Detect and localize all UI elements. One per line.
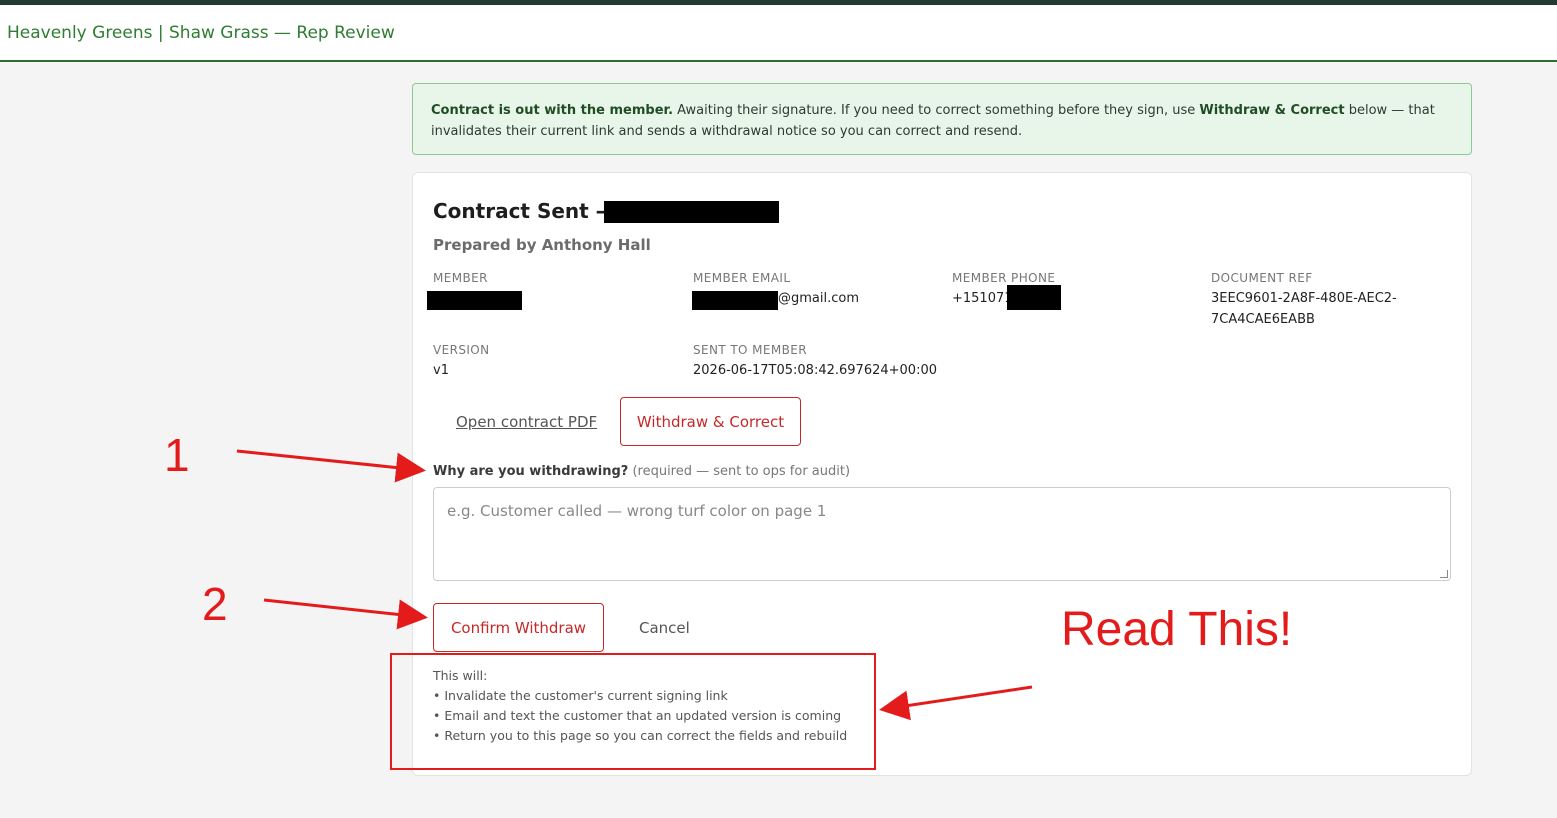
redacted-member	[427, 291, 522, 310]
document-ref-label: DOCUMENT REF	[1211, 271, 1313, 285]
member-email-suffix: @gmail.com	[778, 291, 860, 306]
withdraw-reason-input[interactable]: e.g. Customer called — wrong turf color …	[433, 487, 1451, 581]
app-header: Heavenly Greens | Shaw Grass — Rep Revie…	[0, 5, 1557, 62]
app-title: Heavenly Greens | Shaw Grass — Rep Revie…	[7, 23, 395, 43]
prepared-by: Prepared by Anthony Hall	[433, 236, 651, 254]
redacted-email	[692, 291, 778, 310]
sent-value: 2026-06-17T05:08:42.697624+00:00	[693, 363, 937, 378]
arrow-2-icon	[263, 598, 428, 630]
version-label: VERSION	[433, 343, 490, 357]
annotation-read-this: Read This!	[1061, 603, 1293, 656]
member-phone-prefix: +151071	[952, 291, 1013, 306]
member-email-label: MEMBER EMAIL	[693, 271, 791, 285]
notice-text-1: Awaiting their signature. If you need to…	[673, 103, 1200, 118]
redacted-member-name	[604, 201, 779, 223]
resize-handle-icon[interactable]	[1440, 570, 1448, 578]
status-notice: Contract is out with the member. Awaitin…	[412, 83, 1472, 155]
cancel-button[interactable]: Cancel	[639, 619, 690, 637]
member-phone-label: MEMBER PHONE	[952, 271, 1056, 285]
reason-label-text: Why are you withdrawing?	[433, 464, 629, 479]
open-contract-pdf-link[interactable]: Open contract PDF	[456, 413, 597, 431]
arrow-1-icon	[236, 449, 426, 483]
annotation-step-1: 1	[164, 429, 190, 481]
reason-hint: (required — sent to ops for audit)	[632, 464, 851, 479]
member-label: MEMBER	[433, 271, 488, 285]
document-ref-line2: 7CA4CAE6EABB	[1211, 312, 1315, 327]
withdraw-correct-button[interactable]: Withdraw & Correct	[620, 397, 801, 446]
version-value: v1	[433, 363, 449, 378]
sent-label: SENT TO MEMBER	[693, 343, 807, 357]
notice-lead: Contract is out with the member.	[431, 103, 674, 118]
document-ref-line1: 3EEC9601-2A8F-480E-AEC2-	[1211, 291, 1397, 306]
reason-placeholder: e.g. Customer called — wrong turf color …	[447, 502, 827, 520]
withdraw-reason-label: Why are you withdrawing? (required — sen…	[433, 464, 850, 479]
annotation-step-2: 2	[202, 578, 228, 630]
card-title: Contract Sent —	[433, 199, 616, 223]
annotation-highlight-box	[390, 653, 876, 770]
notice-action: Withdraw & Correct	[1199, 103, 1345, 118]
redacted-phone	[1007, 285, 1061, 310]
confirm-withdraw-button[interactable]: Confirm Withdraw	[433, 603, 604, 652]
